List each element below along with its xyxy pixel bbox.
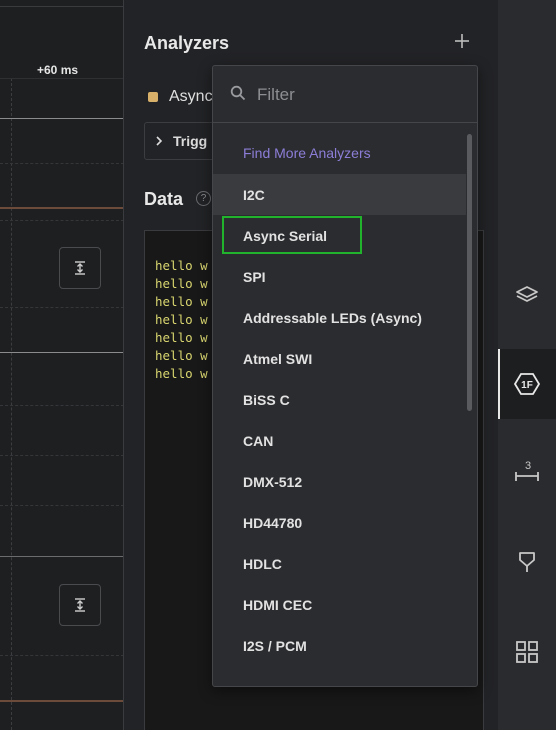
- sidebar-item-analyzers[interactable]: 1F: [498, 349, 556, 419]
- sidebar-item-layers[interactable]: [498, 260, 556, 330]
- channel-gridline: [0, 655, 124, 656]
- analyzer-option[interactable]: HDMI CEC: [213, 584, 466, 625]
- analyzer-option[interactable]: DMX-512: [213, 461, 466, 502]
- analyzer-option[interactable]: Addressable LEDs (Async): [213, 297, 466, 338]
- marker-flag-icon: [519, 552, 535, 572]
- channel-gridline: [0, 405, 124, 406]
- chevron-right-icon: [155, 134, 163, 149]
- sidebar-item-extensions[interactable]: [498, 617, 556, 687]
- channel-signal: [0, 700, 124, 702]
- channel-gridline: [0, 307, 124, 308]
- channel-gridline: [0, 220, 124, 221]
- analyzer-option[interactable]: HDLC: [213, 543, 466, 584]
- analyzers-icon-label: 1F: [521, 380, 533, 391]
- terminal-output: hello w hello w hello w hello w hello w hello…: [155, 257, 208, 383]
- data-title: Data: [144, 189, 184, 209]
- measurement-icon: 3: [515, 460, 539, 481]
- waveform-area[interactable]: +60 ms: [0, 0, 124, 730]
- terminal-line: hello w: [155, 366, 208, 381]
- terminal-line: hello w: [155, 312, 208, 327]
- analyzer-dropdown[interactable]: Find More Analyzers I2CAsync SerialSPIAd…: [212, 65, 478, 687]
- expand-channel-button[interactable]: [59, 247, 101, 289]
- terminal-line: hello w: [155, 330, 208, 345]
- channel-gridline: [0, 455, 124, 456]
- analyzer-option[interactable]: I2S / PCM: [213, 625, 466, 666]
- add-analyzer-button[interactable]: [455, 30, 469, 52]
- channel-separator: [0, 78, 124, 79]
- channel-signal: [0, 207, 124, 209]
- analyzer-option[interactable]: I2C: [213, 174, 466, 215]
- filter-input[interactable]: [255, 80, 459, 110]
- analyzer-option[interactable]: BiSS C: [213, 379, 466, 420]
- filter-bar: [213, 66, 477, 123]
- expand-vertical-icon: [75, 598, 85, 612]
- search-icon: [230, 85, 246, 101]
- trigger-label: Trigg: [173, 133, 208, 149]
- terminal-line: hello w: [155, 258, 208, 273]
- channel-signal: [0, 352, 124, 353]
- timeline-marker: +60 ms: [37, 63, 79, 77]
- dropdown-scrollbar[interactable]: [467, 134, 472, 411]
- terminal-line: hello w: [155, 294, 208, 309]
- analyzer-color-swatch: [148, 92, 158, 102]
- analyzer-option[interactable]: HD44780: [213, 502, 466, 543]
- measurement-icon-label: 3: [525, 460, 531, 472]
- layers-icon: [516, 286, 538, 302]
- analyzers-1f-icon: 1F: [514, 373, 540, 395]
- analyzer-name: Async: [169, 88, 213, 105]
- analyzer-item[interactable]: Async: [148, 88, 213, 106]
- analyzer-option[interactable]: CAN: [213, 420, 466, 461]
- terminal-line: hello w: [155, 276, 208, 291]
- find-more-analyzers-link[interactable]: Find More Analyzers: [243, 145, 371, 161]
- terminal-line: hello w: [155, 348, 208, 363]
- expand-vertical-icon: [75, 261, 85, 275]
- channel-signal: [0, 556, 124, 557]
- sidebar-item-markers[interactable]: [498, 527, 556, 597]
- extensions-icon: [516, 641, 538, 663]
- analyzers-title: Analyzers: [144, 33, 230, 53]
- selection-highlight-box: [222, 216, 362, 254]
- analyzer-option[interactable]: SPI: [213, 256, 466, 297]
- analyzer-option[interactable]: Atmel SWI: [213, 338, 466, 379]
- sidebar-item-measurements[interactable]: 3: [498, 437, 556, 507]
- channel-gridline: [0, 505, 124, 506]
- channel-gridline: [0, 163, 124, 164]
- timeline-border: [0, 6, 124, 7]
- right-sidebar: 1F 3: [498, 0, 556, 730]
- channel-signal: [0, 118, 124, 119]
- plus-icon: [455, 34, 469, 48]
- time-gridline: [11, 78, 12, 730]
- help-icon[interactable]: ?: [196, 191, 211, 206]
- expand-channel-button[interactable]: [59, 584, 101, 626]
